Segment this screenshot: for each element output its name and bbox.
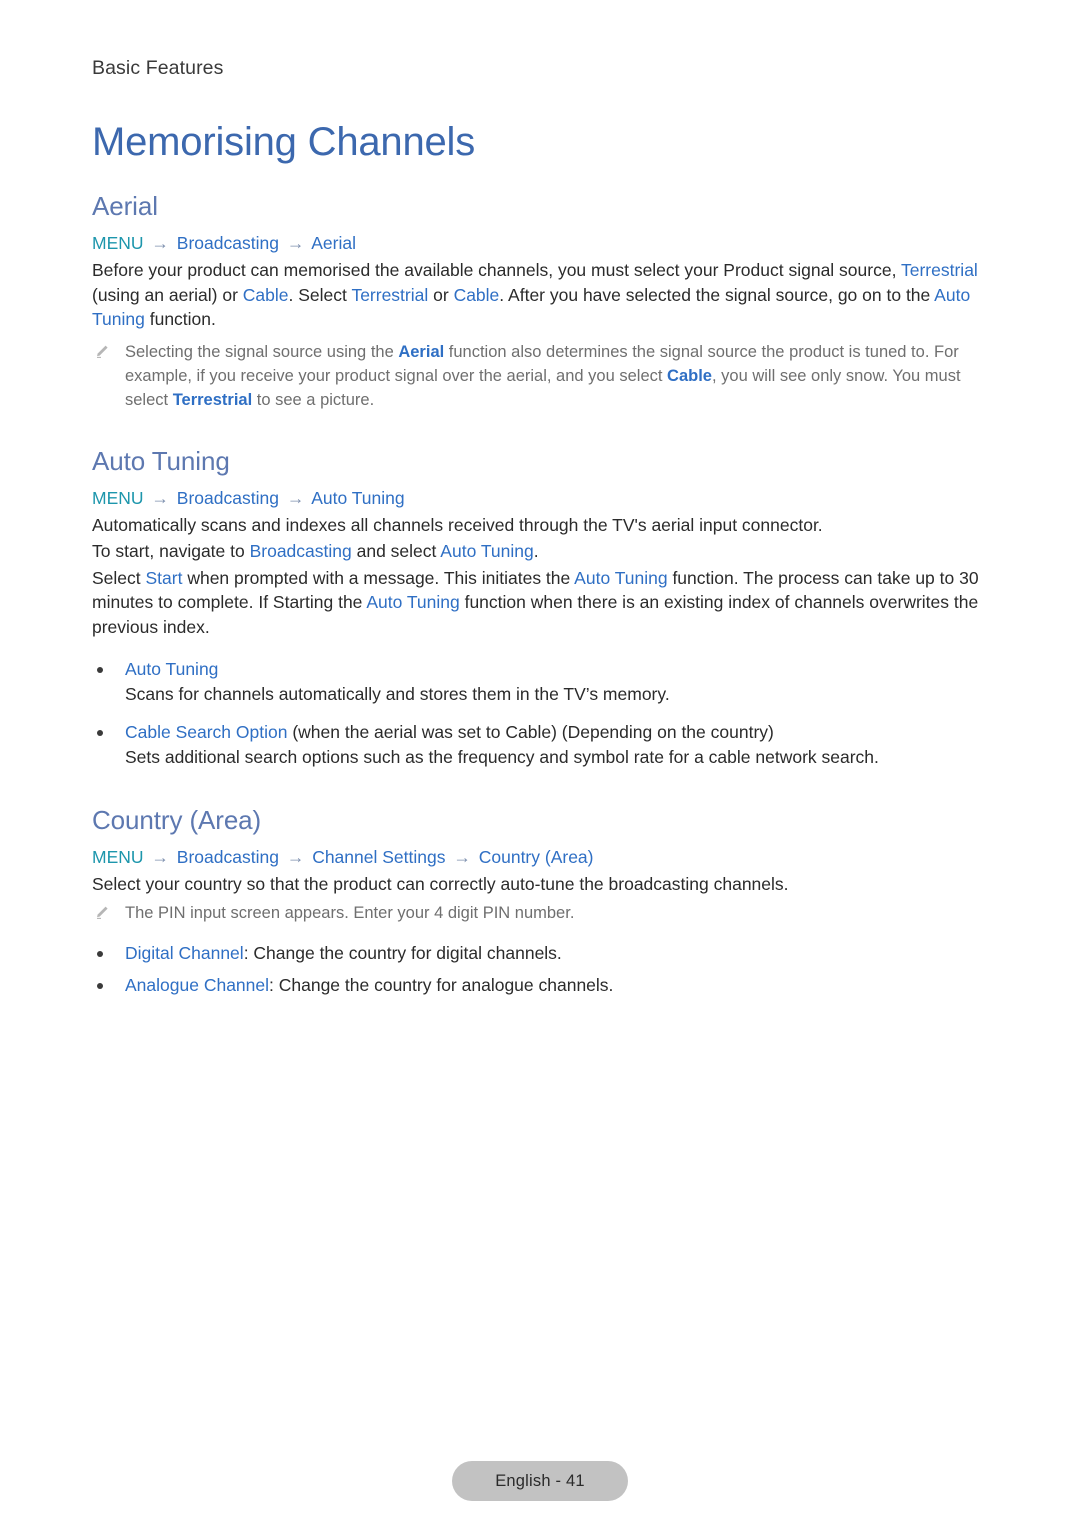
term-terrestrial: Terrestrial xyxy=(172,390,253,409)
breadcrumb-item-channel-settings[interactable]: Channel Settings xyxy=(312,847,445,867)
text-run: to see a picture. xyxy=(252,390,375,409)
section-aerial: Aerial MENU → Broadcasting → Aerial Befo… xyxy=(92,190,992,412)
term-cable-search-option: Cable Search Option xyxy=(125,722,288,742)
bullet-list-auto-tuning: Auto Tuning Scans for channels automatic… xyxy=(92,657,992,769)
paragraph-aerial-intro: Before your product can memorised the av… xyxy=(92,258,992,332)
breadcrumb-arrow-icon: → xyxy=(286,487,305,508)
list-item: Cable Search Option (when the aerial was… xyxy=(92,720,992,769)
list-item-heading: Auto Tuning xyxy=(125,657,992,682)
breadcrumb-menu[interactable]: MENU xyxy=(92,488,144,508)
text-run: function. xyxy=(144,309,216,329)
term-start: Start xyxy=(145,567,183,588)
list-item: Analogue Channel: Change the country for… xyxy=(92,973,992,998)
text-run: : Change the country for digital channel… xyxy=(243,942,562,963)
page-number-label: English - 41 xyxy=(495,1471,585,1490)
section-title-auto-tuning: Auto Tuning xyxy=(92,445,230,476)
list-item-description: Sets additional search options such as t… xyxy=(125,746,879,767)
content-column: Memorising Channels Aerial MENU → Broadc… xyxy=(92,118,992,1000)
note-country-area: The PIN input screen appears. Enter your… xyxy=(92,901,992,925)
list-item: Digital Channel: Change the country for … xyxy=(92,941,992,966)
breadcrumb-arrow-icon: → xyxy=(151,487,169,508)
bullet-dot-icon xyxy=(97,950,103,957)
breadcrumb-item-broadcasting[interactable]: Broadcasting xyxy=(177,233,279,253)
breadcrumb-arrow-icon: → xyxy=(151,847,169,867)
text-run: . After you have selected the signal sou… xyxy=(499,284,935,305)
running-header: Basic Features xyxy=(92,57,224,79)
section-country-area: Country (Area) MENU → Broadcasting → Cha… xyxy=(92,804,992,998)
section-auto-tuning: Auto Tuning MENU → Broadcasting → Auto T… xyxy=(92,445,992,770)
term-terrestrial: Terrestrial xyxy=(351,284,429,305)
term-aerial: Aerial xyxy=(398,342,445,361)
text-run: (when the aerial was set to Cable) (Depe… xyxy=(287,722,774,742)
text-run: when prompted with a message. This initi… xyxy=(182,567,575,588)
text-run: Select xyxy=(92,567,146,588)
breadcrumb-menu[interactable]: MENU xyxy=(92,233,144,253)
paragraph-auto-tuning-3: Select Start when prompted with a messag… xyxy=(92,566,992,640)
breadcrumb-menu[interactable]: MENU xyxy=(92,847,144,867)
term-auto-tuning: Auto Tuning xyxy=(574,567,668,588)
text-run: . Select xyxy=(288,284,352,305)
paragraph-country-area-1: Select your country so that the product … xyxy=(92,874,789,894)
note-aerial: Selecting the signal source using the Ae… xyxy=(92,340,992,412)
page-footer-badge: English - 41 xyxy=(452,1461,628,1501)
text-run: To start, navigate to xyxy=(92,541,250,561)
list-item: Auto Tuning Scans for channels automatic… xyxy=(92,657,992,706)
bullet-dot-icon xyxy=(97,667,103,673)
term-broadcasting: Broadcasting xyxy=(249,541,352,561)
document-page: Basic Features Memorising Channels Aeria… xyxy=(0,0,1080,1534)
list-item-description: Scans for channels automatically and sto… xyxy=(125,683,670,704)
pencil-icon xyxy=(94,343,110,359)
bullet-list-country-area: Digital Channel: Change the country for … xyxy=(92,941,992,998)
breadcrumb-item-broadcasting[interactable]: Broadcasting xyxy=(177,488,279,508)
note-text: The PIN input screen appears. Enter your… xyxy=(125,903,575,922)
paragraph-auto-tuning-1: Automatically scans and indexes all chan… xyxy=(92,514,823,535)
pencil-icon xyxy=(94,904,110,920)
list-item-heading: Analogue Channel: Change the country for… xyxy=(125,973,992,998)
text-run: and select xyxy=(351,541,441,561)
term-auto-tuning: Auto Tuning xyxy=(366,592,460,612)
term-cable: Cable xyxy=(242,284,289,305)
breadcrumb-country-area: MENU → Broadcasting → Channel Settings →… xyxy=(92,845,992,869)
list-item-heading: Digital Channel: Change the country for … xyxy=(125,941,992,966)
breadcrumb-arrow-icon: → xyxy=(286,233,305,253)
bullet-dot-icon xyxy=(97,983,103,989)
page-title: Memorising Channels xyxy=(92,120,476,164)
breadcrumb-aerial: MENU → Broadcasting → Aerial xyxy=(92,231,992,255)
breadcrumb-arrow-icon: → xyxy=(151,233,169,253)
text-run: : Change the country for analogue channe… xyxy=(269,975,614,995)
paragraph-auto-tuning-2: To start, navigate to Broadcasting and s… xyxy=(92,539,992,564)
breadcrumb-item-broadcasting[interactable]: Broadcasting xyxy=(177,847,279,867)
bullet-dot-icon xyxy=(97,730,103,736)
term-auto-tuning: Auto Tuning xyxy=(440,541,534,561)
term-auto-tuning: Auto Tuning xyxy=(125,659,219,679)
breadcrumb-arrow-icon: → xyxy=(453,847,471,867)
term-cable: Cable xyxy=(667,366,712,385)
section-title-aerial: Aerial xyxy=(92,191,158,221)
term-analogue-channel: Analogue Channel xyxy=(125,975,270,995)
text-run: Selecting the signal source using the xyxy=(125,342,399,361)
breadcrumb-arrow-icon: → xyxy=(286,847,305,867)
term-cable: Cable xyxy=(453,284,500,305)
term-digital-channel: Digital Channel xyxy=(125,942,244,963)
text-run: Before your product can memorised the av… xyxy=(92,260,901,280)
text-run: (using an aerial) or xyxy=(92,284,243,305)
breadcrumb-item-auto-tuning[interactable]: Auto Tuning xyxy=(311,488,404,508)
text-run: . xyxy=(533,541,539,561)
term-terrestrial: Terrestrial xyxy=(901,260,978,280)
section-title-country-area: Country (Area) xyxy=(92,805,262,835)
breadcrumb-item-aerial[interactable]: Aerial xyxy=(311,233,356,253)
list-item-heading: Cable Search Option (when the aerial was… xyxy=(125,720,992,745)
text-run: or xyxy=(428,284,454,305)
breadcrumb-auto-tuning: MENU → Broadcasting → Auto Tuning xyxy=(92,486,992,510)
breadcrumb-item-country-area[interactable]: Country (Area) xyxy=(479,847,594,867)
